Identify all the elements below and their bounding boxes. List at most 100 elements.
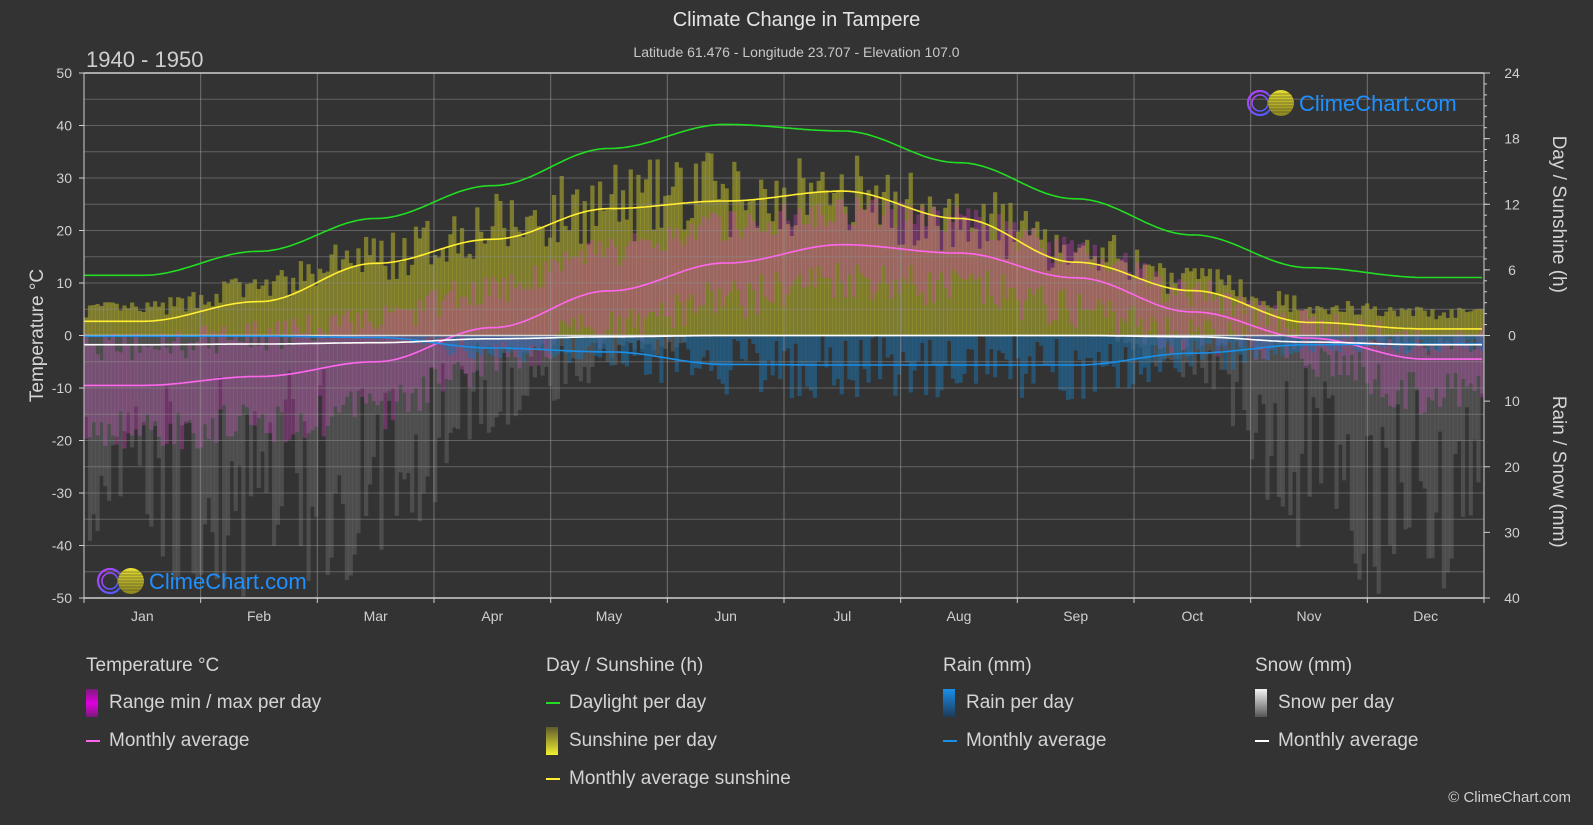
rain-day-bar: [1123, 335, 1128, 348]
sunshine-day-bar: [256, 288, 261, 336]
snow-day-bar: [1460, 335, 1466, 517]
rain-day-bar: [851, 335, 856, 381]
month-label: Dec: [1413, 608, 1438, 624]
rain-day-bar: [1230, 335, 1236, 370]
temp-range-day-bar: [644, 239, 649, 318]
temp-range-day-bar: [674, 228, 679, 295]
snow-day-bar: [287, 335, 292, 371]
sunshine-day-bar: [360, 271, 365, 336]
rain-day-bar: [889, 335, 894, 355]
temp-range-day-bar: [1173, 295, 1178, 331]
snow-day-bar: [126, 335, 131, 413]
rain-day-bar: [793, 335, 798, 344]
rain-day-bar: [1039, 335, 1044, 346]
sunshine-day-bar: [279, 270, 284, 336]
sunshine-day-bar: [271, 281, 277, 336]
snow-day-bar: [1349, 335, 1354, 531]
snow-day-bar: [310, 335, 315, 507]
temp-range-day-bar: [682, 245, 687, 327]
temp-range-day-bar: [663, 250, 668, 317]
rain-day-bar: [452, 335, 457, 354]
rain-day-bar: [1468, 335, 1473, 351]
sunshine-day-bar: [141, 311, 146, 336]
snow-day-bar: [613, 335, 618, 365]
rain-day-bar: [482, 335, 488, 348]
sunshine-day-bar: [1330, 307, 1335, 336]
legend-group-temperature: Temperature °C Range min / max per day M…: [86, 655, 321, 767]
temp-range-day-bar: [1123, 252, 1128, 323]
rain-day-bar: [908, 335, 913, 393]
rain-day-bar: [958, 335, 963, 383]
rain-day-bar: [736, 335, 741, 342]
snow-day-bar: [1192, 335, 1197, 375]
snow-day-bar: [195, 335, 200, 579]
rain-day-bar: [1434, 335, 1439, 351]
rain-day-bar: [774, 335, 779, 342]
snow-day-bar: [306, 335, 311, 581]
temp-range-day-bar: [690, 223, 695, 295]
temp-range-day-bar: [885, 201, 890, 284]
temp-range-day-bar: [597, 241, 603, 349]
legend-item: Monthly average: [86, 729, 321, 753]
rain-day-bar: [785, 335, 791, 349]
rain-day-bar: [686, 335, 691, 350]
snow-day-bar: [95, 335, 100, 531]
rain-day-bar: [605, 335, 610, 352]
temp-range-day-bar: [705, 219, 710, 283]
snow-day-bar: [172, 335, 177, 581]
temp-range-day-bar: [532, 265, 538, 347]
rain-day-bar: [1073, 335, 1078, 351]
snow-day-bar: [122, 335, 127, 432]
temp-avg-swatch: [86, 740, 100, 742]
temp-range-day-bar: [720, 240, 725, 308]
legend-item: Monthly average: [943, 729, 1106, 753]
temp-range-day-bar: [759, 231, 764, 275]
snow-day-bar: [1180, 335, 1186, 378]
temp-range-day-bar: [958, 214, 963, 278]
temp-range-day-bar: [1042, 252, 1048, 305]
temp-range-day-bar: [1134, 262, 1140, 327]
legend-title: Rain (mm): [943, 655, 1032, 676]
snow-day-bar: [1307, 335, 1312, 497]
rain-day-bar: [620, 335, 626, 364]
legend-label: Monthly average: [966, 730, 1107, 751]
snow-day-bar: [156, 335, 162, 459]
snow-day-bar: [371, 335, 376, 457]
temp-range-day-bar: [789, 226, 794, 286]
legend-item: Rain per day: [943, 689, 1106, 717]
snow-day-bar: [329, 335, 334, 558]
rain-day-bar: [1457, 335, 1462, 345]
rain-day-bar: [885, 335, 890, 358]
snow-day-bar: [160, 335, 165, 557]
rain-day-bar: [1157, 335, 1163, 373]
right-axis-title-sunshine: Day / Sunshine (h): [1548, 136, 1569, 293]
temp-range-day-bar: [1023, 230, 1028, 301]
snow-day-bar: [1269, 335, 1274, 456]
sunshine-day-bar: [298, 261, 304, 336]
rain-day-bar: [943, 335, 948, 365]
sunshine-day-bar: [1368, 309, 1374, 336]
snow-day-bar: [279, 335, 284, 507]
sunshine-day-bar: [1288, 311, 1293, 336]
sunshine-day-bar: [107, 302, 112, 336]
temp-range-day-bar: [651, 248, 656, 312]
rain-day-bar: [421, 335, 426, 345]
temp-range-day-bar: [1031, 228, 1036, 295]
rain-day-bar: [674, 335, 679, 372]
rain-day-bar: [1391, 335, 1397, 349]
rain-day-bar: [805, 335, 810, 387]
month-label: Aug: [947, 608, 972, 624]
rain-day-bar: [1449, 335, 1454, 343]
rain-day-bar: [659, 335, 664, 383]
rain-day-bar: [973, 335, 979, 384]
sunshine-day-bar: [1460, 308, 1466, 336]
sunshine-day-bar: [206, 301, 211, 336]
rain-day-bar: [1441, 335, 1447, 343]
sunshine-day-bar: [1188, 271, 1193, 336]
month-label: Apr: [481, 608, 503, 624]
temp-range-day-bar: [808, 206, 814, 269]
rain-day-bar: [862, 335, 867, 369]
sunshine-day-bar: [1276, 291, 1282, 336]
rain-day-bar: [993, 335, 998, 378]
sunshine-day-bar: [114, 303, 119, 336]
